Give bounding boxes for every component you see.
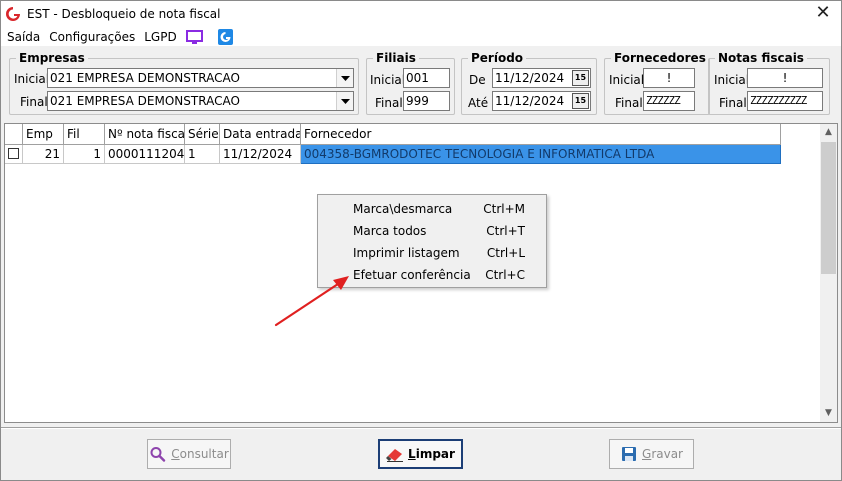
footer-separator <box>1 427 841 429</box>
ctx-item-shortcut: Ctrl+M <box>483 202 525 216</box>
periodo-ate-input[interactable]: 11/12/2024 15 <box>492 91 591 111</box>
eraser-icon <box>386 449 404 462</box>
nota-final-input[interactable]: ZZZZZZZZZZ <box>747 91 823 111</box>
close-button[interactable]: ✕ <box>813 4 833 24</box>
periodo-legend: Período <box>471 51 524 65</box>
fornecedores-final-label: Final <box>615 96 643 110</box>
col-header-emp[interactable]: Emp <box>23 124 64 145</box>
menu-saida[interactable]: Saída <box>7 30 40 44</box>
menu-bar: Saída Configurações LGPD <box>1 27 841 46</box>
periodo-de-value: 11/12/2024 <box>495 71 565 85</box>
ctx-item-shortcut: Ctrl+C <box>485 268 525 282</box>
scroll-up-icon[interactable]: ▲ <box>820 124 837 141</box>
fornecedor-final-input[interactable]: ZZZZZZ <box>643 91 695 111</box>
empresa-inicial-value: 021 EMPRESA DEMONSTRACAO <box>50 71 240 85</box>
save-disk-icon <box>622 447 636 461</box>
row-select-cell[interactable] <box>5 145 23 164</box>
limpar-label: impar <box>415 447 455 461</box>
empresas-inicial-label: Inicial <box>14 72 50 86</box>
consultar-button[interactable]: Consultar <box>147 439 231 469</box>
empresa-final-value: 021 EMPRESA DEMONSTRACAO <box>50 94 240 108</box>
ctx-imprimir-listagem[interactable]: Imprimir listagem Ctrl+L <box>319 242 545 264</box>
ctx-item-label: Marca\desmarca <box>353 202 453 216</box>
ctx-marca-todos[interactable]: Marca todos Ctrl+T <box>319 220 545 242</box>
scroll-thumb[interactable] <box>821 142 836 274</box>
row-checkbox[interactable] <box>8 148 19 159</box>
consultar-accel: C <box>171 447 180 461</box>
menu-configuracoes[interactable]: Configurações <box>49 30 135 44</box>
menu-lgpd[interactable]: LGPD <box>144 30 176 44</box>
ctx-marca-desmarca[interactable]: Marca\desmarca Ctrl+M <box>319 198 545 220</box>
empresas-legend: Empresas <box>19 51 85 65</box>
col-header-check[interactable] <box>5 124 23 145</box>
monitor-icon[interactable] <box>185 29 203 45</box>
notas-legend: Notas fiscais <box>718 51 804 65</box>
col-header-nota[interactable]: Nº nota fiscal <box>105 124 185 145</box>
ctx-item-label: Marca todos <box>353 224 427 238</box>
filial-final-input[interactable]: 999 <box>403 91 450 111</box>
calendar-icon[interactable]: 15 <box>572 70 589 86</box>
cell-data[interactable]: 11/12/2024 <box>220 145 301 164</box>
periodo-de-input[interactable]: 11/12/2024 15 <box>492 68 591 88</box>
fornecedores-inicial-label: Inicial <box>609 73 645 87</box>
cell-emp[interactable]: 21 <box>23 145 64 164</box>
filiais-inicial-label: Inicial <box>370 73 406 87</box>
chevron-down-icon[interactable] <box>336 92 353 110</box>
table-row[interactable]: 21 1 0000111204 1 11/12/2024 004358-BGMR… <box>5 145 781 164</box>
col-header-fornecedor[interactable]: Fornecedor <box>301 124 781 145</box>
main-window: EST - Desbloqueio de nota fiscal ✕ Saída… <box>0 0 842 481</box>
magnifier-icon <box>150 447 166 462</box>
consultar-label: onsultar <box>179 447 229 461</box>
ctx-item-shortcut: Ctrl+L <box>486 246 525 260</box>
notas-final-label: Final <box>719 96 747 110</box>
cell-fornecedor[interactable]: 004358-BGMRODOTEC TECNOLOGIA E INFORMATI… <box>301 145 781 164</box>
annotation-arrow-icon <box>274 276 349 327</box>
window-title: EST - Desbloqueio de nota fiscal <box>27 7 221 21</box>
vertical-scrollbar[interactable]: ▲ ▼ <box>820 124 837 422</box>
filiais-legend: Filiais <box>376 51 416 65</box>
fornecedores-legend: Fornecedores <box>614 51 706 65</box>
limpar-button[interactable]: Limpar <box>378 439 463 469</box>
ctx-item-shortcut: Ctrl+T <box>486 224 525 238</box>
calendar-icon[interactable]: 15 <box>572 93 589 109</box>
notas-inicial-label: Inicial <box>714 73 750 87</box>
fornecedor-inicial-input[interactable]: ! <box>643 68 695 88</box>
periodo-ate-label: Até <box>468 96 489 110</box>
gravar-button[interactable]: Gravar <box>609 439 694 469</box>
periodo-de-label: De <box>469 73 486 87</box>
ctx-item-label: Efetuar conferência <box>353 268 471 282</box>
cell-nota[interactable]: 0000111204 <box>105 145 185 164</box>
gravar-label: ravar <box>651 447 683 461</box>
col-header-data[interactable]: Data entrada <box>220 124 301 145</box>
grid-header: Emp Fil Nº nota fiscal Série Data entrad… <box>5 124 781 145</box>
app-g-icon[interactable] <box>217 28 234 45</box>
ctx-item-label: Imprimir listagem <box>353 246 460 260</box>
nota-inicial-input[interactable]: ! <box>747 68 823 88</box>
cell-fil[interactable]: 1 <box>64 145 105 164</box>
filial-inicial-input[interactable]: 001 <box>403 68 450 88</box>
title-bar: EST - Desbloqueio de nota fiscal ✕ <box>1 1 841 27</box>
scroll-down-icon[interactable]: ▼ <box>820 405 837 422</box>
limpar-accel: L <box>408 447 416 461</box>
empresa-final-combo[interactable]: 021 EMPRESA DEMONSTRACAO <box>47 91 354 111</box>
cell-serie[interactable]: 1 <box>185 145 220 164</box>
app-logo-icon <box>6 7 20 21</box>
periodo-ate-value: 11/12/2024 <box>495 94 565 108</box>
chevron-down-icon[interactable] <box>336 69 353 87</box>
filiais-final-label: Final <box>375 96 403 110</box>
empresa-inicial-combo[interactable]: 021 EMPRESA DEMONSTRACAO <box>47 68 354 88</box>
gravar-accel: G <box>642 447 652 461</box>
col-header-serie[interactable]: Série <box>185 124 220 145</box>
col-header-fil[interactable]: Fil <box>64 124 105 145</box>
empresas-final-label: Final <box>20 95 48 109</box>
